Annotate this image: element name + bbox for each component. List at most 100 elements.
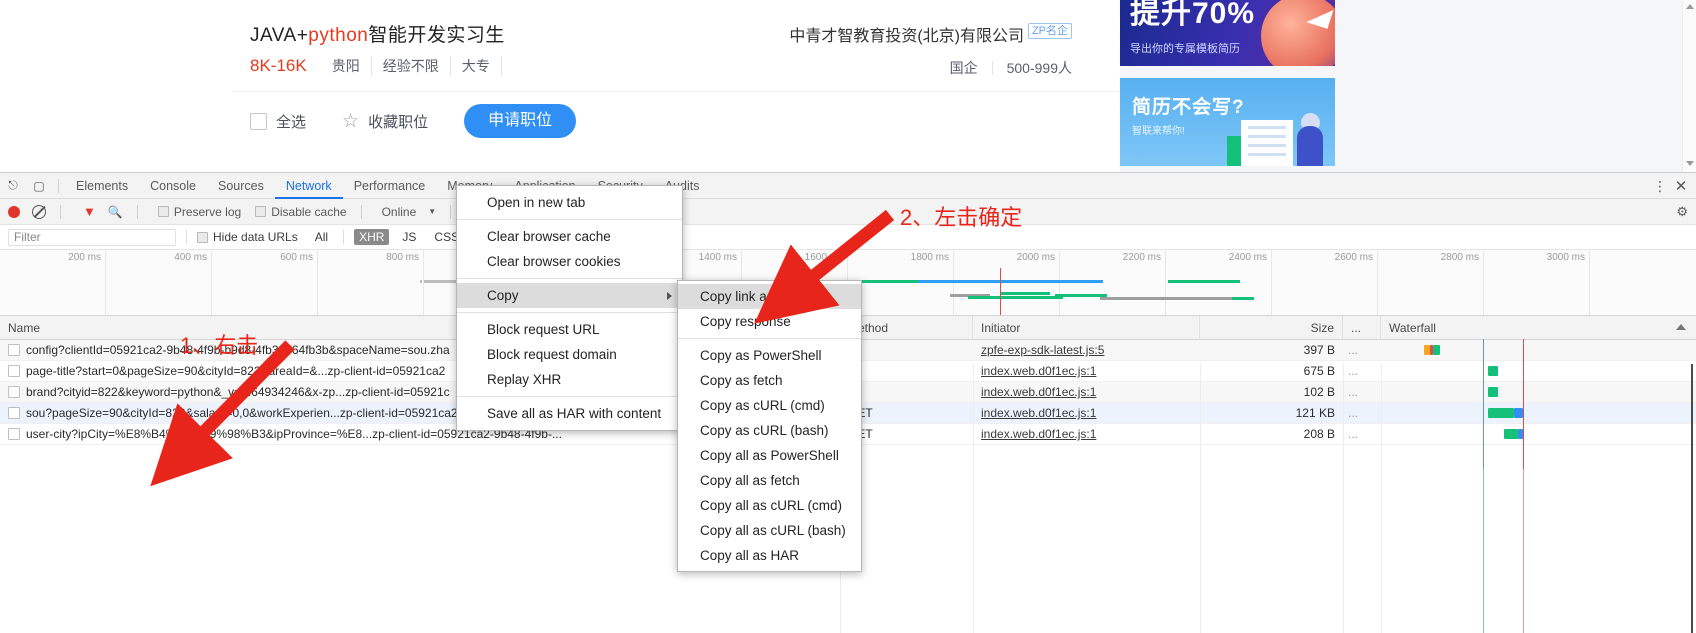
overview-tick-9: 2000 ms [1016, 252, 1055, 263]
column-header-extra[interactable]: ... [1343, 316, 1381, 340]
tab-elements[interactable]: Elements [65, 173, 139, 199]
ad-banner-resume-boost[interactable]: 提升70% 导出你的专属模板简历 [1120, 0, 1335, 66]
ad1-title: 提升70% [1130, 0, 1256, 30]
menu-item-copy-label: Copy [487, 288, 519, 303]
overview-load-line [1000, 268, 1001, 315]
row-initiator[interactable]: zpfe-exp-sdk-latest.js:5 [981, 340, 1200, 361]
column-header-size[interactable]: Size [1200, 316, 1343, 340]
scroll-down-arrow-icon[interactable] [1686, 161, 1694, 166]
job-title-part1: JAVA+ [250, 25, 309, 46]
throttling-select[interactable]: Online [382, 205, 417, 219]
overview-bar [1168, 280, 1240, 283]
submenu-item-copy-all-as-har[interactable]: Copy all as HAR [678, 543, 861, 568]
tab-performance[interactable]: Performance [343, 173, 437, 199]
sort-ascending-icon[interactable] [1676, 324, 1686, 330]
submenu-item-copy-response[interactable]: Copy response [678, 309, 861, 334]
submenu-item-copy-all-as-curl-bash[interactable]: Copy all as cURL (bash) [678, 518, 861, 543]
preserve-log-checkbox[interactable] [157, 206, 169, 217]
job-tag-city: 贵阳 [321, 56, 372, 76]
submenu-item-copy-as-powershell[interactable]: Copy as PowerShell [678, 343, 861, 368]
more-options-icon[interactable]: ⋮ [1650, 179, 1670, 193]
hide-data-urls-option[interactable]: Hide data URLs [197, 230, 298, 244]
job-actions-row: 全选 ☆ 收藏职位 申请职位 [250, 104, 577, 138]
overview-tick-1: 400 ms [174, 252, 207, 263]
menu-item-replay-xhr[interactable]: Replay XHR [457, 367, 682, 392]
tab-console[interactable]: Console [139, 173, 207, 199]
menu-item-clear-browser-cache[interactable]: Clear browser cache [457, 224, 682, 249]
menu-item-block-request-domain[interactable]: Block request domain [457, 342, 682, 367]
filterbar-divider-1 [186, 230, 187, 244]
favorite-label[interactable]: 收藏职位 [368, 111, 428, 132]
menu-separator [457, 278, 682, 279]
context-menu[interactable]: Open in new tab Clear browser cache Clea… [456, 185, 683, 431]
menu-item-clear-browser-cookies[interactable]: Clear browser cookies [457, 249, 682, 274]
filter-input[interactable]: Filter [8, 228, 176, 246]
menu-separator [457, 312, 682, 313]
apply-button[interactable]: 申请职位 [464, 104, 577, 138]
copy-submenu[interactable]: Copy link address Copy response Copy as … [677, 280, 862, 572]
annotation-label-1: 1、右击 [180, 333, 259, 358]
ad2-subtitle: 智联来帮你! [1132, 126, 1185, 137]
company-name[interactable]: 中青才智教育投资(北京)有限公司 [789, 22, 1024, 46]
waterfall-load-line [1523, 339, 1524, 469]
column-header-initiator[interactable]: Initiator [973, 316, 1200, 340]
hide-data-urls-label: Hide data URLs [213, 230, 298, 244]
record-button-icon[interactable] [8, 205, 20, 218]
overview-bar [420, 280, 422, 283]
menu-item-save-all-as-har[interactable]: Save all as HAR with content [457, 401, 682, 426]
tab-sources[interactable]: Sources [207, 173, 275, 199]
device-toolbar-icon[interactable]: ▢ [26, 173, 52, 199]
search-icon[interactable]: 🔍 [108, 205, 123, 219]
company-size: 500-999人 [1006, 60, 1072, 76]
menu-item-open-in-new-tab[interactable]: Open in new tab [457, 190, 682, 215]
chevron-down-icon[interactable]: ▼ [428, 207, 436, 216]
close-devtools-icon[interactable]: ✕ [1670, 179, 1692, 194]
submenu-item-copy-as-fetch[interactable]: Copy as fetch [678, 368, 861, 393]
job-tag-experience: 经验不限 [372, 56, 451, 76]
job-salary: 8K-16K [250, 56, 307, 75]
preserve-log-label: Preserve log [173, 204, 242, 219]
column-header-waterfall[interactable]: Waterfall [1381, 316, 1696, 340]
scroll-up-arrow-icon[interactable] [1686, 4, 1694, 9]
submenu-item-copy-as-curl-cmd[interactable]: Copy as cURL (cmd) [678, 393, 861, 418]
tabbar-right-controls: ⋮ ✕ [1650, 173, 1692, 199]
page-vertical-scrollbar[interactable] [1682, 0, 1696, 172]
ad-banner-resume-help[interactable]: 简历不会写? 智联来帮你! [1120, 78, 1335, 166]
overview-tick-12: 2600 ms [1334, 252, 1373, 263]
select-all-checkbox[interactable] [250, 112, 267, 130]
star-icon[interactable]: ☆ [342, 112, 359, 131]
type-filter-xhr[interactable]: XHR [354, 229, 390, 245]
screenshot-root: JAVA+python智能开发实习生 中青才智教育投资(北京)有限公司 ZP名企… [0, 0, 1696, 633]
type-filter-all[interactable]: All [310, 229, 333, 245]
hide-data-urls-checkbox[interactable] [197, 231, 208, 243]
select-all-label: 全选 [276, 113, 307, 131]
submenu-item-copy-link-address[interactable]: Copy link address [678, 284, 861, 309]
disable-cache-checkbox[interactable] [255, 206, 267, 217]
submenu-item-copy-all-as-curl-cmd[interactable]: Copy all as cURL (cmd) [678, 493, 861, 518]
ad2-person-body [1297, 126, 1323, 166]
clear-requests-icon[interactable] [32, 204, 46, 219]
submenu-item-copy-all-as-powershell[interactable]: Copy all as PowerShell [678, 443, 861, 468]
tab-network[interactable]: Network [275, 173, 343, 199]
disable-cache-option[interactable]: Disable cache [255, 205, 347, 219]
company-type: 国企 [949, 60, 978, 76]
job-meta-row: 8K-16K 贵阳 经验不限 大专 [250, 56, 502, 76]
filterbar-divider-2 [343, 230, 345, 244]
submenu-item-copy-all-as-fetch[interactable]: Copy all as fetch [678, 468, 861, 493]
preserve-log-option[interactable]: Preserve log [157, 204, 242, 219]
job-title[interactable]: JAVA+python智能开发实习生 [250, 20, 505, 47]
menu-item-block-request-url[interactable]: Block request URL [457, 317, 682, 342]
menu-item-copy[interactable]: Copy [457, 283, 682, 308]
submenu-item-copy-as-curl-bash[interactable]: Copy as cURL (bash) [678, 418, 861, 443]
overview-tick-6: 1400 ms [698, 252, 737, 263]
filter-funnel-icon[interactable]: ▼ [83, 204, 96, 219]
inspect-element-icon[interactable]: ⎋ [0, 173, 26, 199]
toolbar-divider-2 [136, 204, 138, 219]
overview-tick-11: 2400 ms [1228, 252, 1267, 263]
job-title-part2: 智能开发实习生 [368, 25, 505, 46]
gear-icon[interactable]: ⚙ [1676, 204, 1688, 220]
type-filter-js[interactable]: JS [397, 229, 421, 245]
job-listing-card[interactable]: JAVA+python智能开发实习生 中青才智教育投资(北京)有限公司 ZP名企… [232, 0, 1120, 172]
overview-bar [918, 280, 1103, 283]
company-badge: ZP名企 [1027, 23, 1072, 40]
